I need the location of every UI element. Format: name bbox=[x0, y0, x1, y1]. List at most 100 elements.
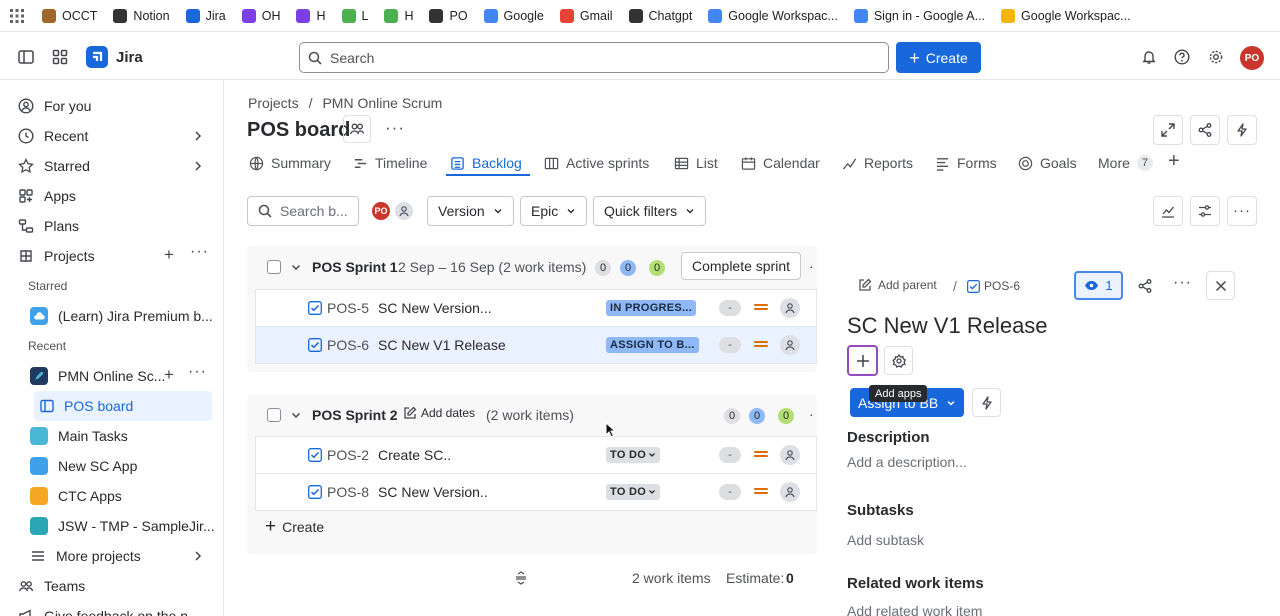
bookmark-item[interactable]: PO bbox=[429, 8, 468, 23]
bookmark-item[interactable]: Gmail bbox=[559, 8, 613, 23]
add-related-work-item-button[interactable]: Add related work item bbox=[847, 603, 982, 616]
fullscreen-button[interactable] bbox=[1153, 115, 1183, 145]
tab-summary[interactable]: Summary bbox=[249, 152, 331, 174]
breadcrumb-project[interactable]: PMN Online Scrum bbox=[322, 95, 442, 111]
issue-title[interactable]: SC New V1 Release bbox=[847, 313, 1048, 339]
tab-goals[interactable]: Goals bbox=[1018, 152, 1077, 174]
tab-calendar[interactable]: Calendar bbox=[741, 152, 820, 174]
sidebar-item-pos-board[interactable]: POS board bbox=[34, 391, 212, 421]
help-icon[interactable] bbox=[1174, 49, 1190, 65]
add-button[interactable] bbox=[847, 345, 878, 376]
sprint-more-icon[interactable]: · bbox=[809, 258, 814, 274]
sidebar-item-teams[interactable]: Teams bbox=[12, 571, 212, 601]
bookmark-item[interactable]: Jira bbox=[185, 8, 226, 23]
epic-filter[interactable]: Epic bbox=[520, 196, 588, 226]
tab-timeline[interactable]: Timeline bbox=[353, 152, 427, 174]
issue-key[interactable]: POS-8 bbox=[327, 484, 369, 500]
bookmark-item[interactable]: L bbox=[341, 8, 368, 23]
resize-handle-icon[interactable] bbox=[514, 571, 528, 585]
insights-button[interactable] bbox=[1153, 196, 1183, 226]
sidebar-item-plans[interactable]: Plans bbox=[12, 211, 212, 241]
jira-logo[interactable]: Jira bbox=[86, 46, 143, 68]
sidebar-project-new-sc-app[interactable]: New SC App bbox=[24, 451, 212, 481]
bookmark-item[interactable]: H bbox=[296, 8, 326, 23]
quick-filters[interactable]: Quick filters bbox=[593, 196, 707, 226]
sidebar-item-feedback[interactable]: Give feedback on the n... bbox=[12, 601, 212, 616]
sprint-1-checkbox[interactable] bbox=[267, 260, 281, 274]
add-icon[interactable]: + bbox=[164, 366, 174, 383]
add-project-icon[interactable]: + bbox=[164, 246, 174, 263]
sprint-more-icon[interactable]: · bbox=[809, 406, 814, 422]
issue-key[interactable]: POS-2 bbox=[327, 447, 369, 463]
create-issue-button[interactable]: + Create bbox=[265, 517, 324, 536]
sprint-2-checkbox[interactable] bbox=[267, 408, 281, 422]
bookmark-item[interactable]: H bbox=[384, 8, 413, 23]
apps-settings-icon[interactable] bbox=[884, 346, 913, 375]
automation-button[interactable] bbox=[1227, 115, 1257, 145]
issue-row-pos-8[interactable]: POS-8 SC New Version.. TO DO - bbox=[255, 473, 817, 511]
estimate-badge[interactable]: - bbox=[719, 337, 741, 353]
version-filter[interactable]: Version bbox=[427, 196, 514, 226]
sidebar-project-jsw[interactable]: JSW - TMP - SampleJir... bbox=[24, 511, 215, 541]
bookmark-item[interactable]: OCCT bbox=[42, 8, 97, 23]
assignee-avatar-icon[interactable] bbox=[780, 445, 800, 465]
bookmark-item[interactable]: Chatgpt bbox=[628, 8, 692, 23]
issue-row-pos-2[interactable]: POS-2 Create SC.. TO DO - bbox=[255, 436, 817, 474]
team-button[interactable] bbox=[343, 115, 371, 143]
add-subtask-button[interactable]: Add subtask bbox=[847, 532, 924, 548]
sidebar-item-starred[interactable]: Starred bbox=[12, 151, 212, 181]
notifications-bell-icon[interactable] bbox=[1141, 49, 1157, 65]
sidebar-item-for-you[interactable]: For you bbox=[12, 91, 212, 121]
assignee-avatar-icon[interactable] bbox=[780, 335, 800, 355]
bookmark-item[interactable]: Google Workspac... bbox=[1001, 8, 1131, 23]
bookmark-item[interactable]: OH bbox=[241, 8, 280, 23]
assignee-avatar-icon[interactable] bbox=[780, 298, 800, 318]
bookmark-item[interactable]: Notion bbox=[113, 8, 170, 23]
bookmark-item[interactable]: Google bbox=[483, 8, 544, 23]
estimate-badge[interactable]: - bbox=[719, 484, 741, 500]
sidebar-project-ctc-apps[interactable]: CTC Apps bbox=[24, 481, 212, 511]
estimate-badge[interactable]: - bbox=[719, 447, 741, 463]
bookmark-item[interactable]: Google Workspac... bbox=[708, 8, 838, 23]
sidebar-starred-project[interactable]: (Learn) Jira Premium b... bbox=[24, 301, 213, 331]
app-switcher-icon[interactable] bbox=[52, 49, 68, 65]
sidebar-item-apps[interactable]: Apps bbox=[12, 181, 212, 211]
more-options-icon[interactable]: ··· bbox=[188, 363, 207, 381]
status-badge[interactable]: TO DO bbox=[606, 447, 661, 463]
add-dates-button[interactable]: Add dates bbox=[403, 406, 475, 420]
tab-forms[interactable]: Forms bbox=[935, 152, 997, 174]
tab-more[interactable]: More 7 bbox=[1098, 152, 1153, 174]
watchers-button[interactable]: 1 bbox=[1074, 271, 1123, 300]
collapse-chevron-icon[interactable] bbox=[290, 409, 302, 421]
assignee-avatar-icon[interactable] bbox=[780, 482, 800, 502]
tab-reports[interactable]: Reports bbox=[842, 152, 913, 174]
issue-key[interactable]: POS-6 bbox=[327, 337, 369, 353]
more-actions-icon[interactable]: ··· bbox=[1173, 274, 1192, 292]
view-settings-button[interactable] bbox=[1190, 196, 1220, 226]
bookmark-item[interactable]: Sign in - Google A... bbox=[853, 8, 985, 23]
description-field[interactable]: Add a description... bbox=[847, 454, 967, 470]
apps-grid-icon[interactable] bbox=[10, 8, 24, 23]
backlog-search-input[interactable]: Search b... bbox=[247, 196, 359, 226]
profile-avatar[interactable]: PO bbox=[1240, 46, 1264, 70]
complete-sprint-button[interactable]: Complete sprint bbox=[681, 252, 801, 280]
add-tab-icon[interactable]: + bbox=[1168, 151, 1180, 171]
status-badge[interactable]: ASSIGN TO B... bbox=[606, 337, 699, 353]
avatar-filter-po[interactable]: PO bbox=[370, 200, 392, 222]
sidebar-toggle-icon[interactable] bbox=[18, 49, 34, 65]
more-options-icon[interactable]: ··· bbox=[190, 243, 209, 261]
automation-lightning-icon[interactable] bbox=[972, 388, 1001, 417]
sidebar-item-recent[interactable]: Recent bbox=[12, 121, 212, 151]
close-icon[interactable] bbox=[1206, 271, 1235, 300]
estimate-badge[interactable]: - bbox=[719, 300, 741, 316]
sidebar-item-projects[interactable]: Projects + ··· bbox=[12, 241, 212, 271]
share-button[interactable] bbox=[1190, 115, 1220, 145]
issue-row-pos-5[interactable]: POS-5 SC New Version... IN PROGRES... - bbox=[255, 289, 817, 327]
settings-gear-icon[interactable] bbox=[1208, 49, 1224, 65]
issue-row-pos-6[interactable]: POS-6 SC New V1 Release ASSIGN TO B... - bbox=[255, 326, 817, 364]
create-button[interactable]: + Create bbox=[896, 42, 981, 73]
sidebar-more-projects[interactable]: More projects bbox=[24, 541, 212, 571]
more-actions-icon[interactable]: ··· bbox=[385, 118, 405, 138]
sidebar-recent-project[interactable]: PMN Online Sc... + ··· bbox=[24, 361, 212, 391]
collapse-chevron-icon[interactable] bbox=[290, 261, 302, 273]
